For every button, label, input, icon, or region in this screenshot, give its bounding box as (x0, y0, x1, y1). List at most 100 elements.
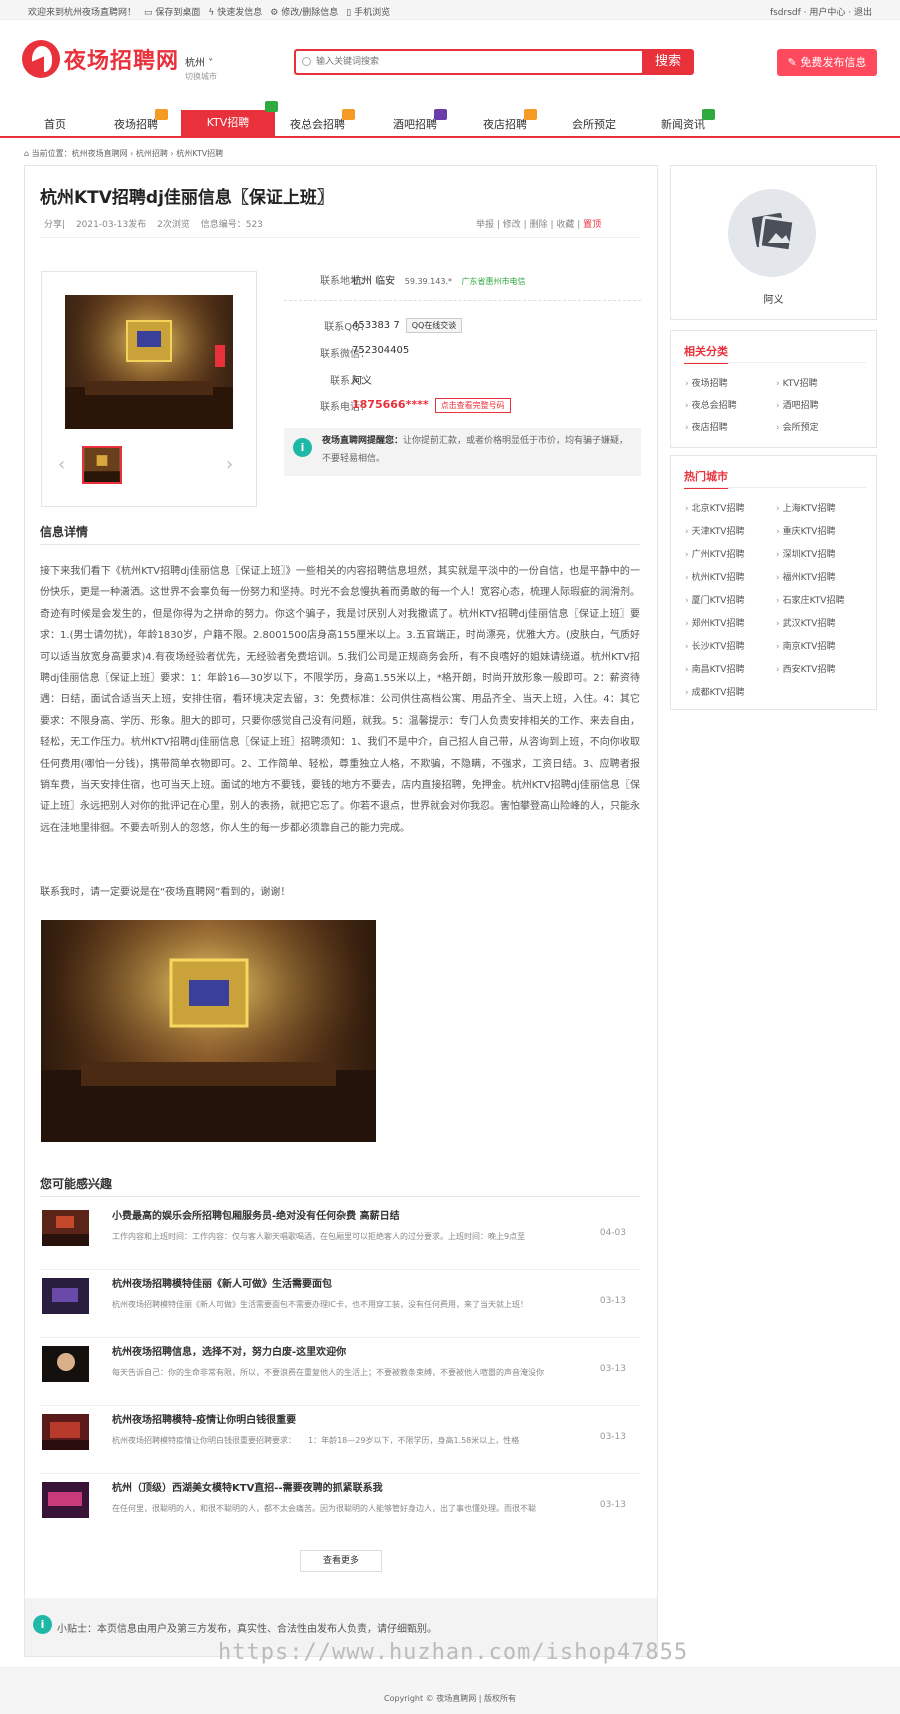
city-link[interactable]: 上海KTV招聘 (776, 501, 836, 514)
qq-value: 453383 7 QQ在线交谈 (352, 318, 463, 333)
city-link[interactable]: 福州KTV招聘 (776, 570, 836, 583)
edit-link[interactable]: 修改 (503, 220, 521, 230)
list-item[interactable]: 小费最高的娱乐会所招聘包厢服务员-绝对没有任何杂费 高薪日结 工作内容和上班时间… (40, 1202, 640, 1270)
top-bar: 欢迎来到杭州夜场直聘网！ ▭ 保存到桌面 ϟ 快速发信息 ⚙ 修改/删除信息 ▯… (0, 0, 900, 20)
phone-icon: ▯ (346, 8, 352, 18)
city-link[interactable]: 天津KTV招聘 (685, 524, 745, 537)
lightning-icon: ϟ (208, 8, 215, 18)
new-badge-icon (265, 101, 278, 112)
mobile-link[interactable]: ▯ 手机浏览 (346, 5, 390, 18)
city-switcher[interactable]: 杭州 ˅ 切换城市 (185, 54, 217, 82)
list-item[interactable]: 杭州夜场招聘信息，选择不对，努力白废-这里欢迎你 每天告诉自己：你的生命非常有限… (40, 1338, 640, 1406)
related-link[interactable]: 夜店招聘 (685, 420, 728, 433)
hot-city-box: 热门城市 北京KTV招聘 上海KTV招聘 天津KTV招聘 重庆KTV招聘 广州K… (670, 455, 877, 710)
chevron-right-icon[interactable]: › (226, 454, 233, 475)
item-thumbnail (42, 1210, 89, 1246)
related-title: 相关分类 (684, 343, 728, 364)
info-icon: i (33, 1615, 52, 1634)
list-item[interactable]: 杭州夜场招聘模特-疫情让你明白钱很重要 杭州夜场招聘模特疫情让你明白钱很重要招聘… (40, 1406, 640, 1474)
city-link[interactable]: 重庆KTV招聘 (776, 524, 836, 537)
city-link[interactable]: 广州KTV招聘 (685, 547, 745, 560)
related-link[interactable]: 夜总会招聘 (685, 398, 737, 411)
item-thumbnail (42, 1414, 89, 1450)
search-input[interactable] (296, 51, 642, 73)
quick-post-link[interactable]: ϟ 快速发信息 (208, 5, 262, 18)
post-views: 2次浏览 (157, 220, 190, 230)
item-desc: 每天告诉自己：你的生命非常有限，所以，不要浪费在重复他人的生活上；不要被教条束缚… (112, 1368, 544, 1377)
edit-delete-link[interactable]: ⚙ 修改/删除信息 (270, 5, 338, 18)
tip-text: 小贴士：本页信息由用户及第三方发布，真实性、合法性由发布人负责，请仔细甄别。 (57, 1624, 437, 1635)
city-link[interactable]: 成都KTV招聘 (685, 685, 745, 698)
publish-button[interactable]: ✎ 免费发布信息 (777, 49, 877, 76)
search-box (294, 49, 642, 75)
logout-link[interactable]: 退出 (854, 8, 872, 18)
search-button[interactable]: 搜索 (642, 49, 694, 75)
city-link[interactable]: 杭州KTV招聘 (685, 570, 745, 583)
view-more-button[interactable]: 查看更多 (300, 1550, 382, 1572)
nav-item-ktv[interactable]: KTV招聘 (181, 101, 278, 138)
nav-item-booking[interactable]: 会所预定 (572, 116, 616, 132)
delete-link[interactable]: 删除 (530, 220, 548, 230)
item-title[interactable]: 杭州夜场招聘模特-疫情让你明白钱很重要 (112, 1411, 296, 1426)
divider (40, 237, 640, 238)
nav-item-bar[interactable]: 酒吧招聘 (393, 109, 447, 132)
gallery-thumbnail[interactable] (82, 446, 122, 484)
nav-item-nightclub[interactable]: 夜场招聘 (114, 109, 168, 132)
wechat-value: 752304405 (352, 345, 410, 356)
list-item[interactable]: 杭州（顶级）西湖美女模特KTV直招--需要夜聘的抓紧联系我 在任何里，很聪明的人… (40, 1474, 640, 1542)
item-title[interactable]: 杭州（顶级）西湖美女模特KTV直招--需要夜聘的抓紧联系我 (112, 1479, 383, 1494)
chevron-left-icon[interactable]: ‹ (58, 454, 65, 475)
related-link[interactable]: 会所预定 (776, 420, 819, 433)
favorite-link[interactable]: 收藏 (556, 220, 574, 230)
city-link[interactable]: 武汉KTV招聘 (776, 616, 836, 629)
page-title: 杭州KTV招聘dj佳丽信息〖保证上班〗 (40, 188, 334, 208)
username: 阿义 (763, 295, 784, 306)
contact-note: 联系我时，请一定要说是在“夜场直聘网”看到的，谢谢！ (40, 887, 291, 898)
view-phone-button[interactable]: 点击查看完整号码 (434, 398, 511, 413)
city-switch-label: 切换城市 (185, 72, 217, 81)
share-link[interactable]: 分享 (44, 220, 62, 230)
main-photo[interactable] (65, 295, 233, 429)
interest-heading: 您可能感兴趣 (40, 1177, 113, 1191)
city-link[interactable]: 西安KTV招聘 (776, 662, 836, 675)
pin-top-link[interactable]: 置顶 (583, 220, 601, 230)
item-thumbnail (42, 1482, 89, 1518)
save-desktop-link[interactable]: ▭ 保存到桌面 (144, 5, 200, 18)
report-link[interactable]: 举报 (476, 220, 494, 230)
city-link[interactable]: 南昌KTV招聘 (685, 662, 745, 675)
item-title[interactable]: 杭州夜场招聘模特佳丽《新人可做》生活需要面包 (112, 1275, 332, 1290)
nav-item-home[interactable]: 首页 (44, 116, 66, 132)
list-item[interactable]: 杭州夜场招聘模特佳丽《新人可做》生活需要面包 杭州夜场招聘模特佳丽《新人可做》生… (40, 1270, 640, 1338)
vip-badge-icon (434, 109, 447, 120)
item-date: 04-03 (599, 1228, 626, 1238)
city-link[interactable]: 厦门KTV招聘 (685, 593, 745, 606)
city-link[interactable]: 深圳KTV招聘 (776, 547, 836, 560)
related-link[interactable]: 夜场招聘 (685, 376, 728, 389)
city-link[interactable]: 石家庄KTV招聘 (776, 593, 845, 606)
main-nav: 首页 夜场招聘 KTV招聘 夜总会招聘 酒吧招聘 夜店招聘 会所预定 新闻资讯 (0, 101, 900, 138)
user-center-link[interactable]: 用户中心 (809, 8, 845, 18)
nav-item-news[interactable]: 新闻资讯 (661, 109, 715, 132)
related-link[interactable]: KTV招聘 (776, 376, 818, 389)
divider (684, 487, 866, 488)
city-link[interactable]: 郑州KTV招聘 (685, 616, 745, 629)
site-logo[interactable]: 夜场招聘网 (22, 40, 179, 78)
username-link[interactable]: fsdrsdf (770, 8, 801, 18)
city-link[interactable]: 北京KTV招聘 (685, 501, 745, 514)
item-title[interactable]: 杭州夜场招聘信息，选择不对，努力白废-这里欢迎你 (112, 1343, 346, 1358)
logo-woman-icon (22, 40, 60, 78)
qq-chat-button[interactable]: QQ在线交谈 (405, 318, 463, 333)
copyright: Copyright © 夜场直聘网 | 版权所有 (384, 1694, 516, 1703)
city-link[interactable]: 南京KTV招聘 (776, 639, 836, 652)
breadcrumb: ⌂ 当前位置：杭州夜场直聘网 › 杭州招聘 › 杭州KTV招聘 (24, 149, 224, 158)
post-actions: 举报 | 修改 | 删除 | 收藏 | 置顶 (476, 220, 602, 230)
nav-item-nightclub-club[interactable]: 夜总会招聘 (290, 109, 355, 132)
gear-icon: ⚙ (270, 8, 279, 18)
item-desc: 工作内容和上班时间：工作内容：仅与客人聊天唱歌喝酒，在包厢里可以拒绝客人的过分要… (112, 1232, 526, 1241)
city-link[interactable]: 长沙KTV招聘 (685, 639, 745, 652)
related-link[interactable]: 酒吧招聘 (776, 398, 819, 411)
item-title[interactable]: 小费最高的娱乐会所招聘包厢服务员-绝对没有任何杂费 高薪日结 (112, 1207, 400, 1222)
item-date: 03-13 (599, 1432, 626, 1442)
nav-item-club[interactable]: 夜店招聘 (483, 109, 537, 132)
breadcrumb-path[interactable]: 杭州夜场直聘网 › 杭州招聘 › 杭州KTV招聘 (72, 149, 224, 158)
